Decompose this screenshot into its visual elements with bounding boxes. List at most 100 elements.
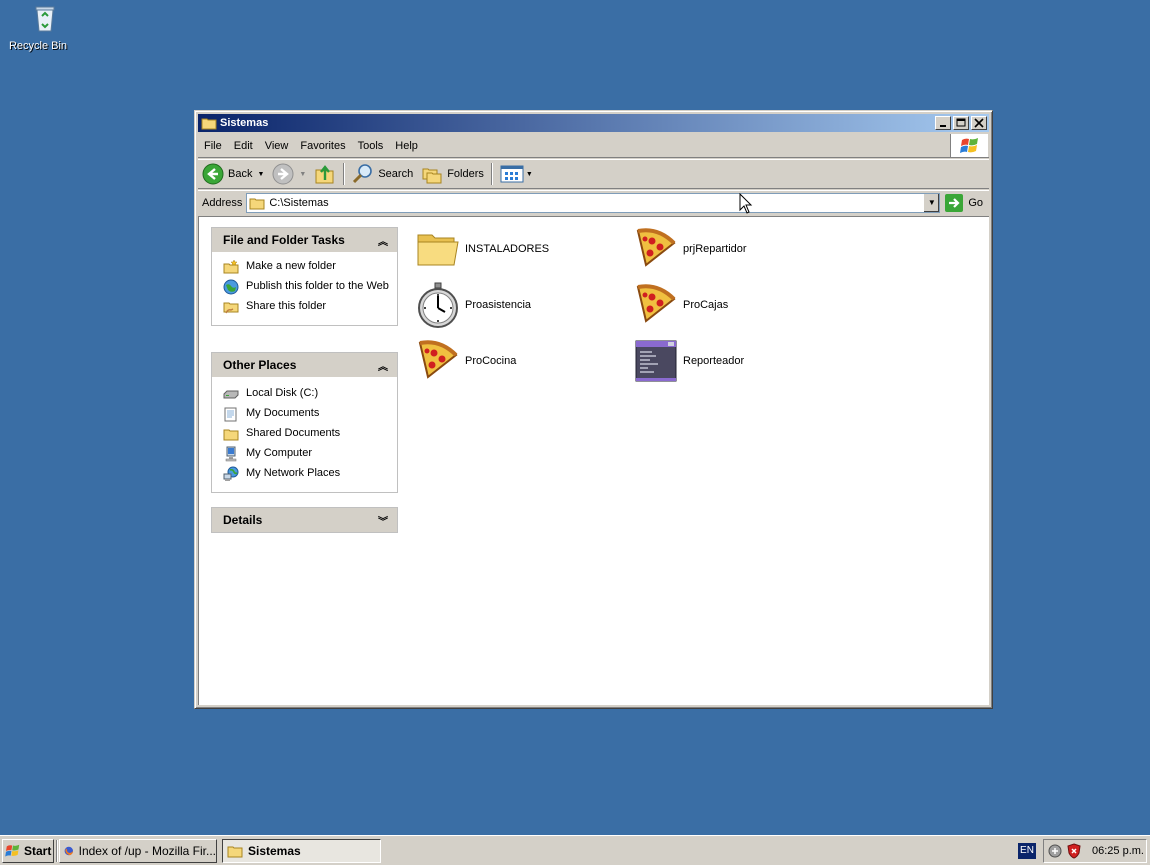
menu-edit[interactable]: Edit xyxy=(228,140,259,152)
folder-icon xyxy=(417,234,459,266)
up-folder-button[interactable] xyxy=(310,161,340,187)
minimize-button[interactable] xyxy=(935,116,951,130)
forward-button[interactable]: ▼ xyxy=(268,161,310,187)
menu-bar: File Edit View Favorites Tools Help xyxy=(198,134,989,158)
taskbar-button-sistemas[interactable]: Sistemas xyxy=(222,839,381,863)
file-item-reporteador[interactable]: Reporteador xyxy=(632,337,744,385)
file-label: Reporteador xyxy=(683,355,745,367)
folders-label: Folders xyxy=(447,168,484,180)
recycle-bin-icon xyxy=(35,6,55,32)
start-label: Start xyxy=(24,844,52,858)
toolbar-separator xyxy=(490,163,493,185)
minimize-icon xyxy=(940,125,946,127)
place-label: Shared Documents xyxy=(246,427,341,439)
search-icon xyxy=(353,164,373,184)
network-status-icon[interactable] xyxy=(1047,843,1063,859)
chevron-down-icon[interactable]: ▼ xyxy=(299,171,306,178)
panel-title: Details xyxy=(223,513,263,527)
place-my-documents[interactable]: My Documents xyxy=(223,406,397,422)
menu-file[interactable]: File xyxy=(198,140,228,152)
menu-favorites[interactable]: Favorites xyxy=(294,140,351,152)
task-make-new-folder[interactable]: Make a new folder xyxy=(223,259,397,275)
place-shared-documents[interactable]: Shared Documents xyxy=(223,426,397,442)
forward-arrow-icon xyxy=(272,163,294,185)
place-network-places[interactable]: My Network Places xyxy=(223,466,397,482)
firefox-icon xyxy=(64,846,74,856)
windows-flag-icon xyxy=(5,844,20,857)
language-indicator[interactable]: EN xyxy=(1018,843,1036,859)
menu-view[interactable]: View xyxy=(259,140,295,152)
address-dropdown-button[interactable]: ▼ xyxy=(923,193,940,212)
task-share-folder[interactable]: Share this folder xyxy=(223,299,397,315)
go-label: Go xyxy=(968,196,983,209)
details-header[interactable]: Details ︾ xyxy=(212,508,397,532)
my-documents-icon xyxy=(224,407,237,422)
file-label: INSTALADORES xyxy=(465,243,550,255)
up-folder-icon xyxy=(315,165,334,184)
maximize-button[interactable] xyxy=(953,116,969,130)
chevron-down-icon: ▼ xyxy=(927,198,936,207)
place-my-computer[interactable]: My Computer xyxy=(223,446,397,462)
publish-web-icon xyxy=(223,279,239,295)
place-label: Local Disk (C:) xyxy=(246,387,319,399)
file-item-procajas[interactable]: ProCajas xyxy=(632,281,728,329)
back-label: Back xyxy=(228,168,253,180)
menu-tools[interactable]: Tools xyxy=(352,140,390,152)
security-shield-icon[interactable] xyxy=(1066,843,1082,859)
windows-logo xyxy=(950,134,988,157)
close-icon xyxy=(974,118,984,128)
chevron-down-icon[interactable]: ▼ xyxy=(526,171,533,178)
chevron-up-icon[interactable]: ︽ xyxy=(378,233,388,248)
file-item-prjrepartidor[interactable]: prjRepartidor xyxy=(632,225,747,273)
taskbar: Start Index of /up - Mozilla Fir... Sist… xyxy=(0,835,1150,865)
chevron-up-icon[interactable]: ︽ xyxy=(378,358,388,373)
other-places-header[interactable]: Other Places ︽ xyxy=(212,353,397,377)
search-button[interactable]: Search xyxy=(348,161,417,187)
toolbar-separator xyxy=(343,163,346,185)
file-folder-tasks-header[interactable]: File and Folder Tasks ︽ xyxy=(212,228,397,252)
details-panel: Details ︾ xyxy=(211,507,398,533)
new-folder-icon xyxy=(223,259,239,274)
place-label: My Network Places xyxy=(246,467,341,479)
file-label: ProCajas xyxy=(683,299,729,311)
file-item-prococina[interactable]: ProCocina xyxy=(414,337,516,385)
views-icon xyxy=(500,165,524,183)
chevron-down-icon[interactable]: ︾ xyxy=(378,513,388,528)
address-input[interactable]: C:\Sistemas ▼ xyxy=(246,192,941,213)
task-label: Share this folder xyxy=(246,300,327,312)
explorer-window: Sistemas File Edit View Favorites Tools … xyxy=(194,110,993,709)
menu-help[interactable]: Help xyxy=(389,140,424,152)
close-button[interactable] xyxy=(971,116,987,130)
task-label: Publish this folder to the Web xyxy=(246,280,389,292)
back-button[interactable]: Back ▼ xyxy=(198,161,268,187)
desktop-icon-recycle-bin[interactable]: Recycle Bin xyxy=(8,2,68,52)
task-publish-web[interactable]: Publish this folder to the Web xyxy=(223,279,397,295)
file-item-instaladores[interactable]: INSTALADORES xyxy=(414,225,549,273)
views-button[interactable]: ▼ xyxy=(496,161,537,187)
chevron-down-icon[interactable]: ▼ xyxy=(257,171,264,178)
search-label: Search xyxy=(378,168,414,180)
clock[interactable]: 06:25 p.m. xyxy=(1092,845,1144,857)
file-label: Proasistencia xyxy=(465,299,532,311)
taskbar-button-firefox[interactable]: Index of /up - Mozilla Fir... xyxy=(59,839,217,863)
title-bar[interactable]: Sistemas xyxy=(198,114,989,132)
shared-documents-icon xyxy=(223,429,239,441)
go-button[interactable]: Go xyxy=(940,193,989,212)
my-computer-icon xyxy=(225,446,237,462)
desktop-icon-label: Recycle Bin xyxy=(8,40,68,52)
pizza-icon xyxy=(418,340,458,379)
start-button[interactable]: Start xyxy=(2,839,54,863)
console-app-icon xyxy=(635,340,677,382)
network-places-icon xyxy=(223,466,239,481)
window-title: Sistemas xyxy=(220,117,269,129)
folders-button[interactable]: Folders xyxy=(417,161,488,187)
place-label: My Documents xyxy=(246,407,320,419)
place-local-disk[interactable]: Local Disk (C:) xyxy=(223,386,397,402)
maximize-icon xyxy=(956,118,966,127)
address-bar: Address C:\Sistemas ▼ Go xyxy=(198,190,989,214)
address-value: C:\Sistemas xyxy=(269,196,329,209)
file-item-proasistencia[interactable]: Proasistencia xyxy=(414,281,531,329)
local-disk-icon xyxy=(223,390,239,399)
file-label: prjRepartidor xyxy=(683,243,747,255)
taskbar-button-label: Sistemas xyxy=(248,844,301,858)
